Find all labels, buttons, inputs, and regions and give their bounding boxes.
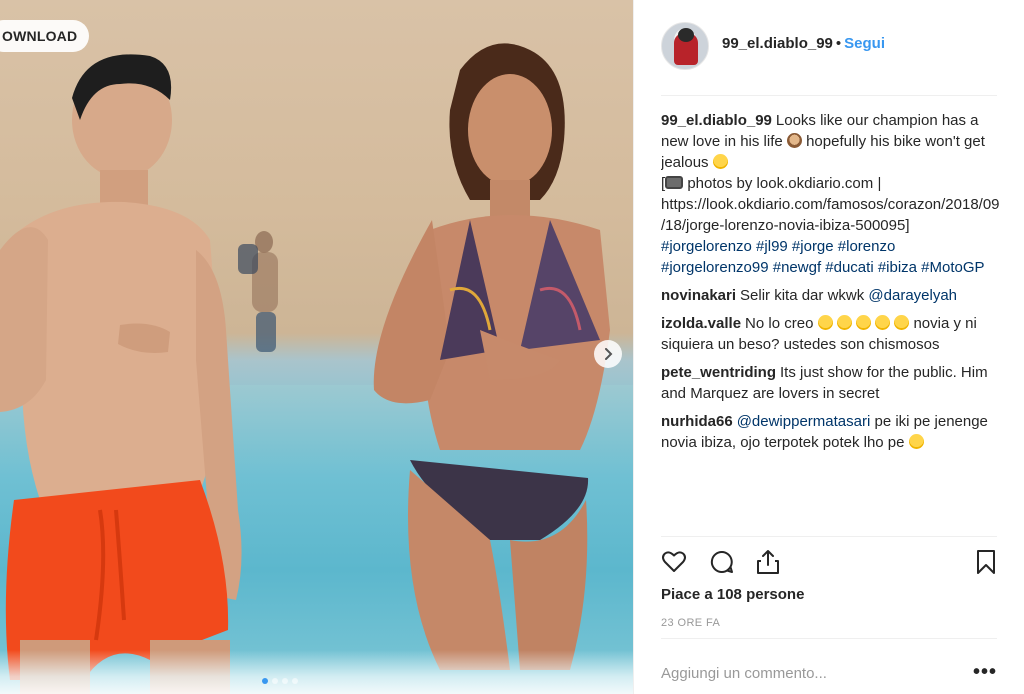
laughing-emoji-icon [817, 315, 833, 330]
carousel-dot [262, 678, 268, 684]
caption-text-4: photos by look.okdiario.com | https://lo… [661, 175, 1000, 234]
avatar[interactable] [661, 22, 709, 70]
laughing-emoji-icon [894, 315, 910, 330]
more-options-button[interactable]: ••• [973, 661, 997, 684]
download-button[interactable]: OWNLOAD [0, 20, 90, 52]
comment-username-link[interactable]: novinakari [661, 287, 736, 304]
header-text: 99_el.diablo_99 • Segui [722, 35, 885, 52]
list-item: pete_wentriding Its just show for the pub… [661, 362, 1003, 404]
share-icon[interactable] [755, 549, 781, 575]
comment-username-link[interactable]: nurhida66 [661, 413, 733, 430]
laughing-emoji-icon [855, 315, 871, 330]
likes-count[interactable]: Piace a 108 persone [661, 586, 804, 603]
avatar-helmet [678, 28, 694, 42]
comment-text: No lo creo [745, 315, 818, 332]
comment-icon[interactable] [709, 549, 735, 575]
carousel-next-button[interactable] [594, 340, 622, 368]
laughing-emoji-icon [836, 315, 852, 330]
comment-username-link[interactable]: izolda.valle [661, 315, 741, 332]
man-figure [0, 54, 242, 694]
comments-list: 99_el.diablo_99 Looks like our champion h… [661, 110, 1003, 536]
list-item: izolda.valle No lo creo novia y ni siquie… [661, 313, 1003, 355]
caption: 99_el.diablo_99 Looks like our champion h… [661, 110, 1003, 278]
add-comment-bar: Aggiungi un commento... ••• [661, 638, 997, 694]
follow-button[interactable]: Segui [844, 35, 885, 52]
heart-icon[interactable] [661, 549, 687, 575]
chevron-right-icon [605, 348, 613, 360]
camera-emoji-icon [665, 176, 684, 189]
comment-mention-link[interactable]: @darayelyah [868, 287, 957, 304]
list-item: novinakari Selir kita dar wkwk @darayelya… [661, 285, 1003, 306]
list-item: nurhida66 @dewippermatasari pe iki pe jen… [661, 411, 1003, 453]
header-username-link[interactable]: 99_el.diablo_99 [722, 35, 833, 52]
carousel-dot [272, 678, 278, 684]
post-actions [661, 536, 997, 582]
comment-text: Selir kita dar wkwk [740, 287, 869, 304]
post-timestamp[interactable]: 23 ORE FA [661, 617, 720, 629]
water-foam [0, 650, 633, 694]
caption-hashtags[interactable]: #jorgelorenzo #jl99 #jorge #lorenzo #jor… [661, 238, 985, 276]
header-separator: • [835, 35, 842, 52]
post-side-panel: 99_el.diablo_99 • Segui 99_el.diablo_99 Loo… [633, 0, 1024, 694]
woman-figure [373, 43, 610, 670]
comment-mention-link[interactable]: @dewippermatasari [737, 413, 871, 430]
caption-username-link[interactable]: 99_el.diablo_99 [661, 112, 772, 129]
yum-face-emoji-icon [712, 154, 728, 169]
comment-input[interactable]: Aggiungi un commento... [661, 665, 827, 682]
carousel-indicator [262, 678, 298, 684]
laughing-emoji-icon [908, 434, 924, 449]
comment-username-link[interactable]: pete_wentriding [661, 364, 776, 381]
bookmark-icon[interactable] [973, 549, 999, 575]
carousel-dot [292, 678, 298, 684]
carousel-dot [282, 678, 288, 684]
post-photo[interactable]: OWNLOAD [0, 0, 633, 694]
see-no-evil-monkey-emoji-icon [786, 133, 802, 148]
post-header: 99_el.diablo_99 • Segui [661, 22, 997, 96]
laughing-emoji-icon [875, 315, 891, 330]
